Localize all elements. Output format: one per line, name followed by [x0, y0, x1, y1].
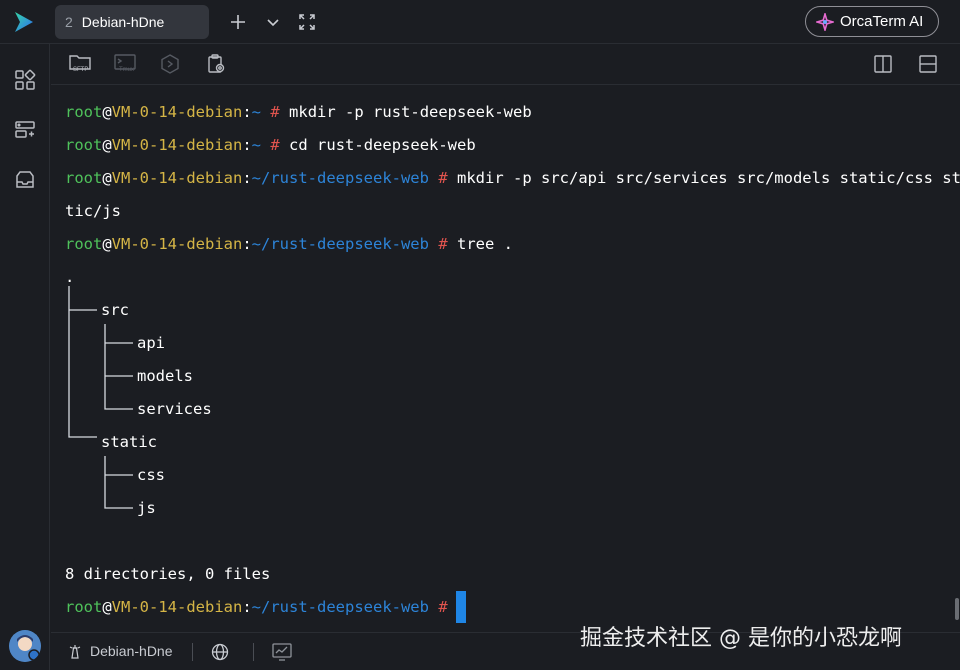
tree-connectors [68, 286, 133, 509]
split-horizontal-icon[interactable] [918, 54, 942, 78]
tree-summary: 8 directories, 0 files [65, 565, 271, 583]
terminal-toolbar: SFTP Tmux [51, 45, 960, 85]
monitor-chart-icon[interactable] [272, 643, 292, 661]
clipboard-settings-icon[interactable] [206, 54, 230, 78]
fullscreen-icon[interactable] [297, 12, 317, 32]
orcaterm-ai-button[interactable]: OrcaTerm AI [805, 6, 939, 37]
tab-session[interactable]: 2 Debian-hDne [55, 5, 209, 39]
plus-icon[interactable] [228, 12, 248, 32]
terminal-scrollbar[interactable] [955, 598, 959, 620]
apps-grid-icon[interactable] [13, 68, 37, 92]
tab-number: 2 [65, 14, 73, 30]
server-list-icon[interactable] [13, 118, 37, 142]
storage-box-icon[interactable] [13, 168, 37, 192]
status-divider [253, 643, 254, 661]
orcaterm-ai-label: OrcaTerm AI [840, 13, 924, 30]
terminal-cursor [455, 591, 466, 623]
app-logo-icon [12, 10, 36, 34]
watermark: 掘金技术社区 @ 是你的小恐龙啊 [580, 626, 902, 651]
tree-item-js: js [137, 499, 156, 517]
tab-title: Debian-hDne [81, 14, 165, 30]
tree-item-static: static [101, 433, 157, 451]
tree-item-src: src [101, 301, 129, 319]
tree-item-css: css [137, 466, 165, 484]
globe-icon[interactable] [211, 643, 229, 661]
sparkle-icon [816, 12, 834, 31]
lighthouse-icon [69, 645, 81, 659]
left-sidebar [0, 44, 50, 670]
tree-item-models: models [137, 367, 193, 385]
host-status[interactable]: Debian-hDne [67, 643, 173, 659]
user-avatar[interactable] [9, 630, 41, 662]
tmux-label: Tmux [119, 67, 134, 73]
tree-item-api: api [137, 334, 165, 352]
split-vertical-icon[interactable] [873, 54, 897, 78]
chevron-down-icon[interactable] [263, 12, 283, 32]
sftp-label: SFTP [73, 67, 89, 73]
title-bar: 2 Debian-hDne OrcaTerm AI [0, 0, 960, 44]
terminal-output[interactable]: root@VM-0-14-debian:~ # mkdir -p rust-de… [51, 86, 960, 632]
status-host-label: Debian-hDne [90, 643, 173, 659]
hexagon-link-icon[interactable] [160, 54, 184, 78]
tmux-icon[interactable] [114, 54, 138, 78]
sftp-folder-icon[interactable] [69, 54, 93, 78]
tree-item-services: services [137, 400, 212, 418]
status-divider [192, 643, 193, 661]
terminal-prompt-current: root@VM-0-14-debian:~/rust-deepseek-web … [65, 591, 466, 624]
